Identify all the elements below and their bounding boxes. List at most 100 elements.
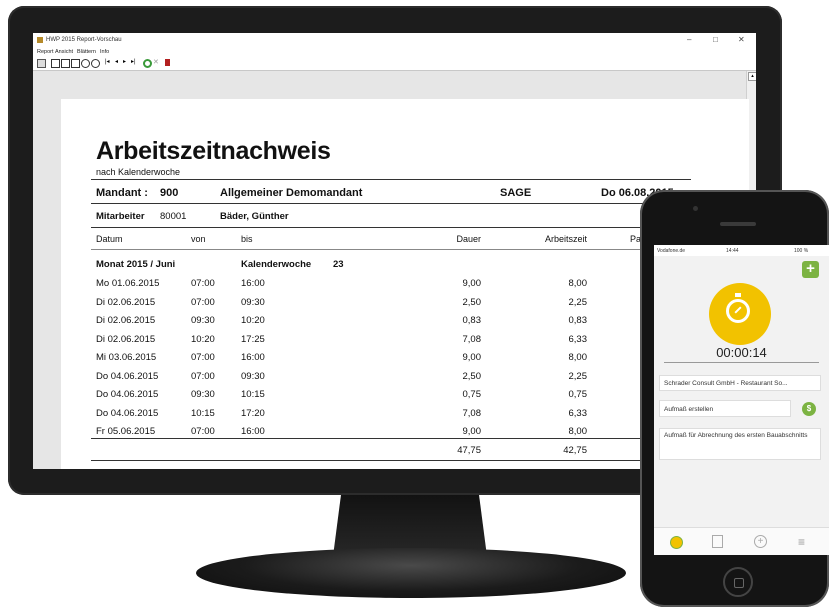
cell-bis: 16:00 [241,426,265,437]
prev-page-icon[interactable]: ◂ [115,59,122,66]
cell-bis: 16:00 [241,278,265,289]
stopwatch-icon[interactable] [670,536,683,549]
customer-field[interactable]: Schrader Consult GmbH - Restaurant So... [659,375,821,391]
menu-report[interactable]: Report [37,49,54,55]
month-label: Monat 2015 / Juni [96,259,176,270]
cell-von: 07:00 [191,370,215,382]
cell-bis: 17:20 [241,407,265,419]
cell-von: 09:30 [191,315,215,326]
timer-display: 00:00:14 [716,345,767,360]
cell-arbeitszeit: 8,00 [568,426,588,437]
list-icon[interactable] [712,535,723,548]
page-view-icon[interactable] [51,59,60,68]
note-field[interactable]: Aufmaß für Abrechnung des ersten Bauabsc… [659,428,821,460]
phone-status-bar: Vodafone.de 14:44 100 % [654,245,829,256]
company-name: SAGE [500,187,532,199]
add-button[interactable]: + [802,261,819,278]
window-title: HWP 2015 Report-Vorschau [46,37,122,43]
first-page-icon[interactable]: |◂ [105,59,112,66]
zoom-out-icon[interactable] [91,59,100,68]
add-circle-icon[interactable]: + [754,535,767,548]
column-header-datum: Datum [96,234,123,244]
cell-datum: Do 04.06.2015 [96,370,159,382]
minimize-button[interactable]: – [687,35,691,44]
cell-datum: Di 02.06.2015 [96,333,156,345]
timer-underline [664,362,819,363]
phone-camera [693,206,698,211]
cell-von: 10:20 [191,333,215,345]
stopwatch-button[interactable] [709,283,771,345]
divider [91,460,691,461]
cell-arbeitszeit: 6,33 [568,407,588,419]
menu-blaettern[interactable]: Blättern [77,49,96,55]
cell-arbeitszeit: 2,25 [568,296,588,308]
mitarbeiter-number: 80001 [160,211,187,222]
column-header-von: von [191,234,206,244]
cell-bis: 10:15 [241,389,265,400]
phone-speaker [720,222,756,226]
dollar-icon[interactable]: $ [802,402,816,416]
cell-datum: Di 02.06.2015 [96,315,156,326]
cell-bis: 17:25 [241,333,265,345]
home-button[interactable] [723,567,753,597]
menu-info[interactable]: Info [100,49,109,55]
stopwatch-icon [726,299,750,323]
column-header-arbeitszeit: Arbeitszeit [544,234,587,244]
page-view-icon[interactable] [61,59,70,68]
cell-bis: 09:30 [241,370,265,382]
total-arbeitszeit: 42,75 [563,445,587,456]
stopwatch-crown [735,293,741,297]
phone-screen: Vodafone.de 14:44 100 % + 00:00:14 Schra… [654,245,829,555]
exit-icon[interactable] [165,59,170,66]
cell-dauer: 0,83 [462,315,482,326]
page-view-icon[interactable] [71,59,80,68]
zoom-in-icon[interactable] [81,59,90,68]
refresh-icon[interactable] [143,59,152,68]
next-page-icon[interactable]: ▸ [123,59,130,66]
cell-dauer: 0,75 [462,389,482,400]
cell-dauer: 9,00 [462,426,482,437]
cell-bis: 10:20 [241,315,265,326]
divider [91,203,691,204]
mitarbeiter-label: Mitarbeiter [96,211,145,222]
divider [91,249,691,250]
week-number: 23 [333,259,344,270]
scroll-up-arrow-icon[interactable]: ▴ [748,72,756,81]
print-icon[interactable] [37,59,46,68]
app-icon [37,37,43,43]
mandant-label: Mandant : [96,187,148,199]
cell-von: 09:30 [191,389,215,400]
close-button[interactable]: ✕ [738,35,745,44]
column-header-dauer: Dauer [456,234,481,244]
cell-von: 07:00 [191,278,215,289]
menu-ansicht[interactable]: Ansicht [55,49,73,55]
divider [91,179,691,180]
stopwatch-hand [734,306,742,314]
cell-datum: Mo 01.06.2015 [96,278,160,289]
cell-datum: Mi 03.06.2015 [96,352,157,363]
status-time: 14:44 [726,248,739,254]
cell-dauer: 7,08 [462,333,482,345]
action-field[interactable]: Aufmaß erstellen [659,400,791,417]
cell-dauer: 2,50 [462,370,482,382]
mandant-number: 900 [160,187,179,199]
last-page-icon[interactable]: ▸| [131,59,138,66]
cell-dauer: 2,50 [462,296,482,308]
cell-dauer: 9,00 [462,278,482,289]
cell-datum: Do 04.06.2015 [96,389,159,400]
cell-arbeitszeit: 0,83 [568,315,588,326]
cell-arbeitszeit: 8,00 [568,278,588,289]
carrier-label: Vodafone.de [657,248,686,254]
window-titlebar: HWP 2015 Report-Vorschau – □ ✕ [33,33,756,47]
cell-dauer: 9,00 [462,352,482,363]
menu-icon[interactable]: ≡ [798,535,805,549]
maximize-button[interactable]: □ [713,35,718,44]
report-subtitle: nach Kalenderwoche [96,167,181,177]
battery-label: 100 % [794,248,809,254]
cell-bis: 16:00 [241,352,265,363]
cell-arbeitszeit: 0,75 [568,389,588,400]
week-label: Kalenderwoche [241,259,312,270]
total-dauer: 47,75 [457,445,481,456]
close-icon[interactable]: ✕ [153,59,160,66]
cell-arbeitszeit: 8,00 [568,352,588,363]
